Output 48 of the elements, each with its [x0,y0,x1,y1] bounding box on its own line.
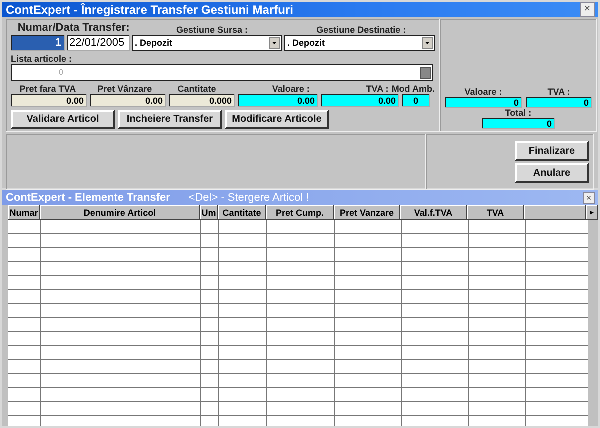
destination-dropdown[interactable]: . Depozit [284,35,435,51]
column-header [524,205,586,220]
destination-label: Gestiune Destinatie : [316,25,408,35]
field-label: Pret fara TVA [18,84,78,94]
column-header[interactable]: TVA [467,205,524,220]
close-button[interactable]: × [580,2,595,17]
articles-label: Lista articole : [11,54,72,64]
amount-field: 0 [402,94,430,107]
field-label: Pret Vânzare [96,84,154,94]
total-value-field: 0 [445,97,522,108]
dialog-button[interactable]: Finalizare [515,141,589,161]
window-title: ContExpert - Înregistrare Transfer Gestiuni Marfuri [6,2,294,16]
field-label: Cantitate [176,84,218,94]
number-date-label: Numar/Data Transfer: [16,22,131,35]
source-label: Gestiune Sursa : [175,25,249,35]
total-vat-label: TVA : [546,87,572,97]
amount-field: 0.00 [90,94,166,107]
column-header[interactable]: Denumire Articol [40,205,200,220]
column-header[interactable]: Numar [8,205,40,220]
amount-field: 0.000 [169,94,235,107]
amount-field: 0.00 [11,94,87,107]
scroll-button[interactable]: ▸ [586,205,598,220]
column-header[interactable]: Cantitate [218,205,266,220]
field-label: Valoare : [271,84,310,94]
total-vat-field: 0 [526,97,592,108]
total-field: 0 [482,118,555,129]
amount-field: 0.00 [238,94,318,107]
column-header[interactable]: Um [200,205,218,220]
date-field[interactable]: 22/01/2005 [66,35,130,51]
grid-title: ContExpert - Elemente Transfer [6,192,172,204]
field-label: TVA : [365,84,389,94]
action-button[interactable]: Modificare Articole [225,110,329,129]
column-header[interactable]: Pret Cump. [266,205,334,220]
list-button[interactable] [420,66,431,78]
close-button[interactable]: × [583,192,595,204]
column-header[interactable]: Pret Vanzare [334,205,400,220]
total-label: Total : [505,108,532,118]
articles-placeholder: 0 [59,68,64,77]
field-label: Mod Amb. [392,84,435,94]
dialog-button[interactable]: Anulare [515,163,589,183]
delete-hint: <Del> - Stergere Articol ! [188,192,310,204]
action-button[interactable]: Incheiere Transfer [118,110,222,129]
action-button[interactable]: Validare Articol [11,110,115,129]
amount-field: 0.00 [321,94,399,107]
number-field[interactable]: 1 [11,35,65,51]
total-value-label: Valoare : [464,87,504,97]
source-dropdown[interactable]: . Depozit [132,35,282,51]
column-header[interactable]: Val.f.TVA [400,205,467,220]
